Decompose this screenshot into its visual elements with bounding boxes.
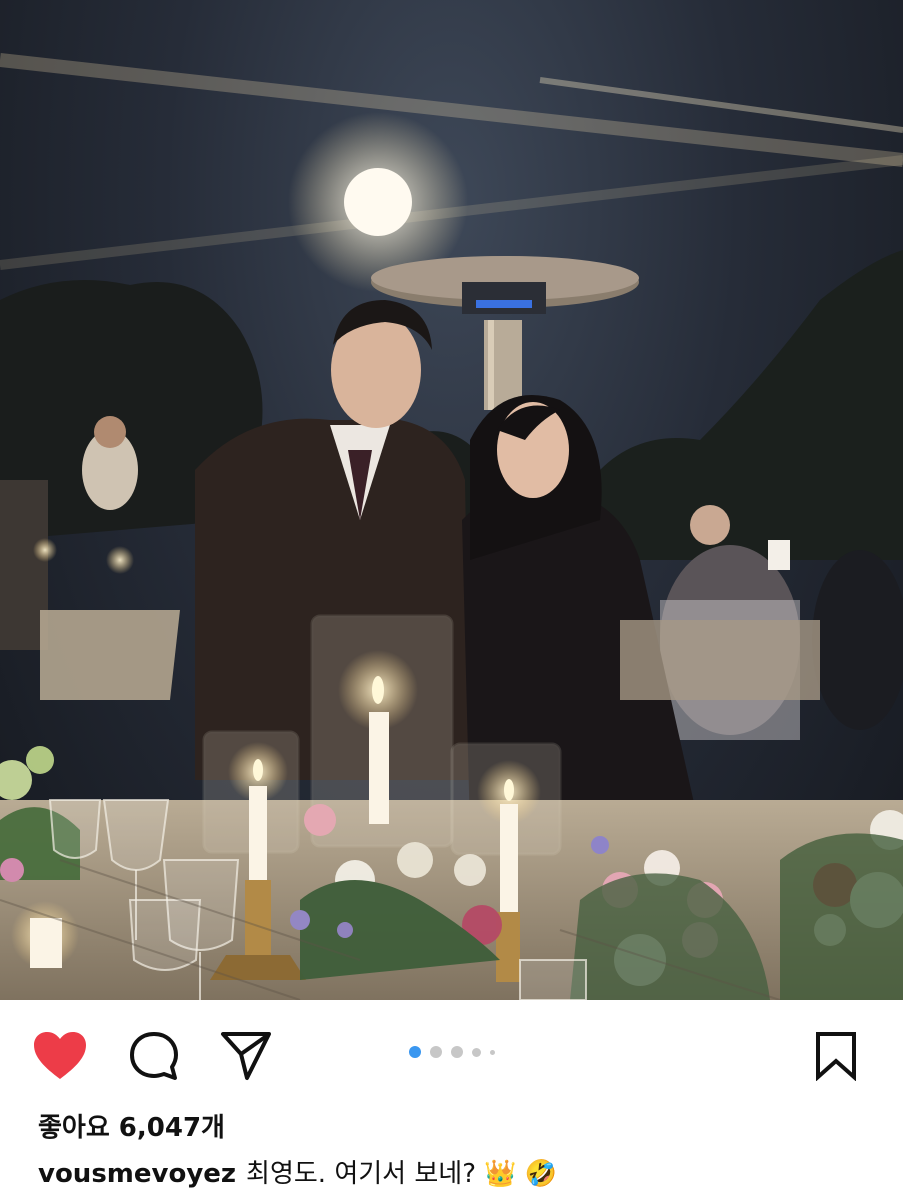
carousel-dot <box>429 1046 442 1058</box>
carousel-dot <box>471 1047 481 1057</box>
photo-scene <box>0 53 903 1000</box>
carousel-dot <box>450 1046 463 1058</box>
carousel-indicator <box>0 1046 903 1058</box>
caption-username[interactable]: vousmevoyez <box>38 1159 236 1189</box>
like-count[interactable]: 좋아요 6,047개 <box>38 1108 225 1148</box>
post-caption: vousmevoyez 최영도. 여기서 보네? 👑 🤣 <box>38 1154 557 1194</box>
carousel-dot <box>489 1049 495 1055</box>
carousel-dot-active <box>408 1046 421 1058</box>
caption-text: 최영도. 여기서 보네? 👑 🤣 <box>246 1159 558 1189</box>
post-photo[interactable] <box>0 0 903 1000</box>
